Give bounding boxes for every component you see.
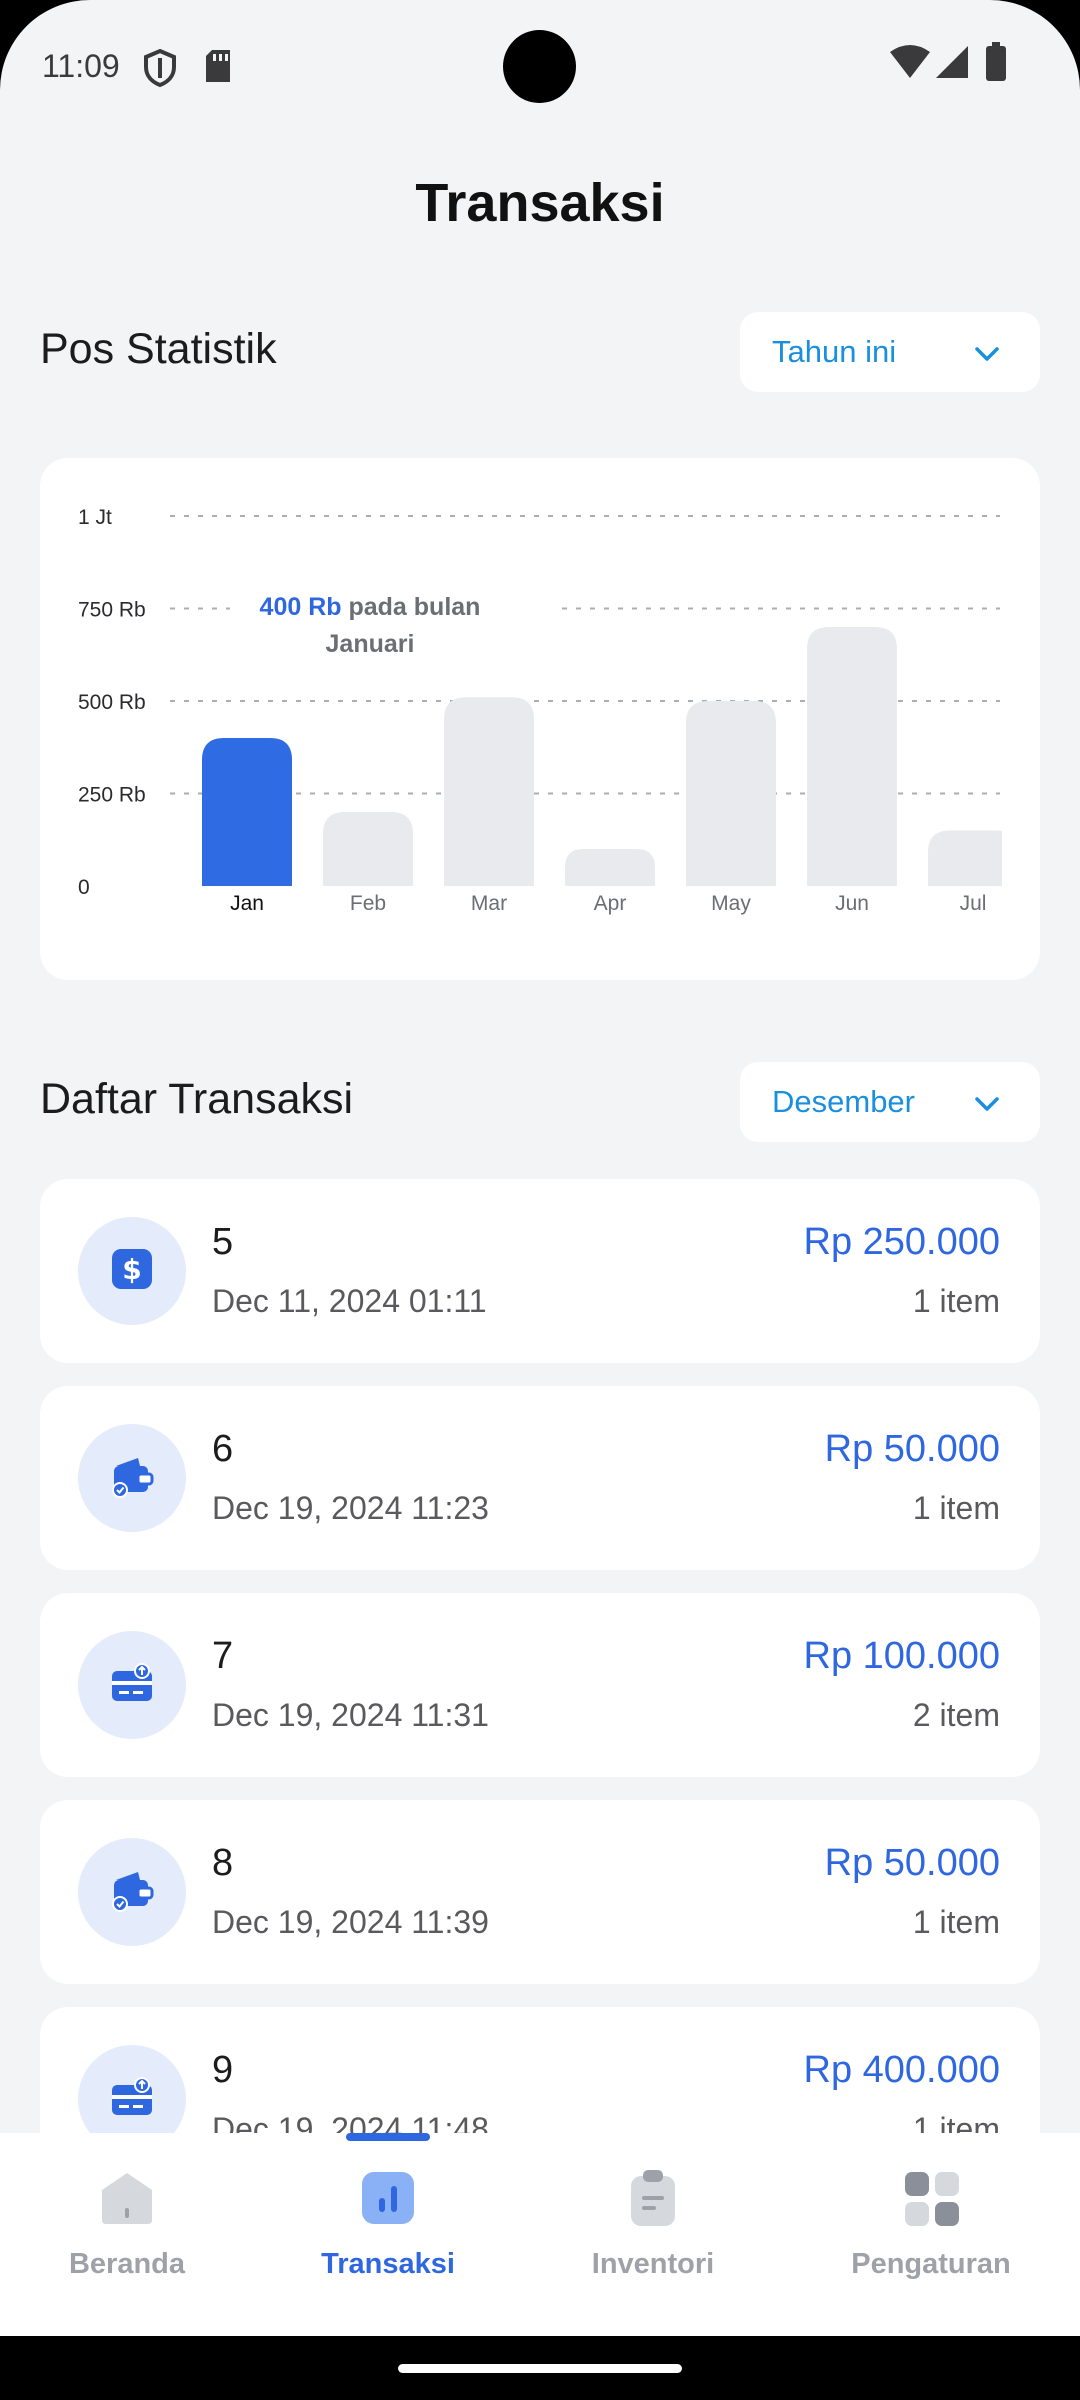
tab-label: Transaksi bbox=[321, 2248, 455, 2280]
bar[interactable] bbox=[686, 701, 776, 886]
bar-chart: 0 250 Rb 500 Rb 750 Rb 1 Jt Jan Feb Mar Apr May Ju… bbox=[78, 506, 1018, 915]
transaction-id: 8 bbox=[212, 1842, 234, 1884]
period-dropdown-value: Tahun ini bbox=[772, 334, 897, 369]
transaction-items: 1 item bbox=[912, 1283, 1000, 1319]
x-tick-label: Jul bbox=[960, 892, 987, 915]
x-tick-label: Jan bbox=[230, 892, 264, 915]
tab-pengaturan[interactable]: Pengaturan bbox=[806, 2168, 1056, 2318]
chevron-down-icon bbox=[974, 1084, 1000, 1120]
battery-icon bbox=[985, 42, 1007, 87]
tab-label: Pengaturan bbox=[851, 2248, 1011, 2280]
tab-transaksi[interactable]: Transaksi bbox=[263, 2168, 513, 2318]
transaction-id: 7 bbox=[212, 1635, 234, 1677]
gesture-bar bbox=[398, 2364, 682, 2373]
card-upload-icon bbox=[108, 2073, 156, 2126]
status-time: 11:09 bbox=[42, 48, 120, 84]
transaction-avatar bbox=[78, 1424, 186, 1532]
y-tick-label: 500 Rb bbox=[78, 691, 146, 714]
active-tab-indicator bbox=[346, 2133, 430, 2141]
transaction-id: 5 bbox=[212, 1221, 234, 1263]
tab-beranda[interactable]: Beranda bbox=[2, 2168, 252, 2318]
bar[interactable] bbox=[323, 812, 413, 886]
stats-chart-card: 0 250 Rb 500 Rb 750 Rb 1 Jt Jan Feb Mar Apr May Ju… bbox=[40, 458, 1040, 980]
tab-label: Beranda bbox=[68, 2248, 186, 2280]
dollar-icon: $ bbox=[110, 1247, 154, 1296]
bar[interactable] bbox=[444, 697, 534, 886]
x-tick-label: Feb bbox=[350, 892, 386, 915]
bar[interactable] bbox=[807, 627, 897, 886]
transaction-avatar: $ bbox=[78, 1217, 186, 1325]
grid-icon bbox=[901, 2168, 961, 2228]
bar[interactable] bbox=[565, 849, 655, 886]
app-screen: 11:09 Transaksi Pos Statistik Tahun ini … bbox=[0, 0, 1080, 2336]
wallet-check-icon bbox=[108, 1866, 156, 1919]
signal-icon bbox=[934, 44, 970, 85]
transaction-avatar bbox=[78, 1838, 186, 1946]
status-bar: 11:09 bbox=[0, 0, 1080, 130]
period-dropdown[interactable]: Tahun ini bbox=[740, 312, 1040, 392]
chevron-down-icon bbox=[974, 334, 1000, 370]
y-tick-label: 0 bbox=[78, 876, 90, 899]
clipboard-icon bbox=[623, 2168, 683, 2228]
y-tick-label: 250 Rb bbox=[78, 784, 146, 807]
transaction-items: 1 item bbox=[912, 1904, 1000, 1940]
front-camera bbox=[503, 30, 576, 103]
page-title: Transaksi bbox=[415, 173, 665, 233]
transaction-date: Dec 19, 2024 11:39 bbox=[212, 1904, 489, 1940]
shield-icon bbox=[142, 48, 178, 93]
transaction-card[interactable]: $ 5 Dec 11, 2024 01:11 Rp 250.000 1 item bbox=[40, 1179, 1040, 1363]
wallet-check-icon bbox=[108, 1452, 156, 1505]
transactions-heading: Daftar Transaksi bbox=[40, 1075, 354, 1123]
x-tick-label: Mar bbox=[471, 892, 507, 915]
transaction-card[interactable]: 8 Dec 19, 2024 11:39 Rp 50.000 1 item bbox=[40, 1800, 1040, 1984]
tooltip-value: 400 Rb bbox=[260, 593, 349, 621]
y-tick-label: 1 Jt bbox=[78, 506, 112, 529]
x-tick-label: Jun bbox=[835, 892, 869, 915]
card-upload-icon bbox=[108, 1659, 156, 1712]
transaction-amount: Rp 50.000 bbox=[824, 1428, 1000, 1470]
wifi-icon bbox=[890, 44, 930, 85]
chart-icon bbox=[358, 2168, 418, 2228]
transaction-items: 1 item bbox=[912, 1490, 1000, 1526]
tooltip-text: pada bulan bbox=[348, 593, 480, 621]
transaction-id: 9 bbox=[212, 2049, 234, 2091]
transaction-id: 6 bbox=[212, 1428, 234, 1470]
sd-card-icon bbox=[203, 48, 233, 89]
tab-label: Inventori bbox=[591, 2248, 715, 2280]
transaction-amount: Rp 50.000 bbox=[824, 1842, 1000, 1884]
tooltip-text-month: Januari bbox=[326, 630, 415, 658]
bar[interactable] bbox=[202, 738, 292, 886]
transaction-amount: Rp 400.000 bbox=[803, 2049, 1001, 2091]
x-tick-label: Apr bbox=[594, 892, 627, 915]
svg-text:$: $ bbox=[122, 1253, 141, 1286]
transaction-card[interactable]: 6 Dec 19, 2024 11:23 Rp 50.000 1 item bbox=[40, 1386, 1040, 1570]
transaction-avatar bbox=[78, 1631, 186, 1739]
bar[interactable] bbox=[928, 830, 1018, 887]
x-tick-label: May bbox=[711, 892, 751, 915]
transaction-date: Dec 11, 2024 01:11 bbox=[212, 1283, 487, 1319]
bottom-nav: Beranda Transaksi Inventori Pengaturan bbox=[0, 2133, 1080, 2336]
transaction-date: Dec 19, 2024 11:23 bbox=[212, 1490, 489, 1526]
month-dropdown-value: Desember bbox=[772, 1084, 915, 1119]
month-dropdown[interactable]: Desember bbox=[740, 1062, 1040, 1142]
stats-heading: Pos Statistik bbox=[40, 325, 277, 373]
transaction-date: Dec 19, 2024 11:31 bbox=[212, 1697, 489, 1733]
y-tick-label: 750 Rb bbox=[78, 599, 146, 622]
transaction-card[interactable]: 7 Dec 19, 2024 11:31 Rp 100.000 2 item bbox=[40, 1593, 1040, 1777]
transaction-amount: Rp 250.000 bbox=[803, 1221, 1001, 1263]
transaction-amount: Rp 100.000 bbox=[803, 1635, 1001, 1677]
transaction-items: 2 item bbox=[912, 1697, 1000, 1733]
tab-inventori[interactable]: Inventori bbox=[528, 2168, 778, 2318]
home-icon bbox=[97, 2168, 157, 2228]
